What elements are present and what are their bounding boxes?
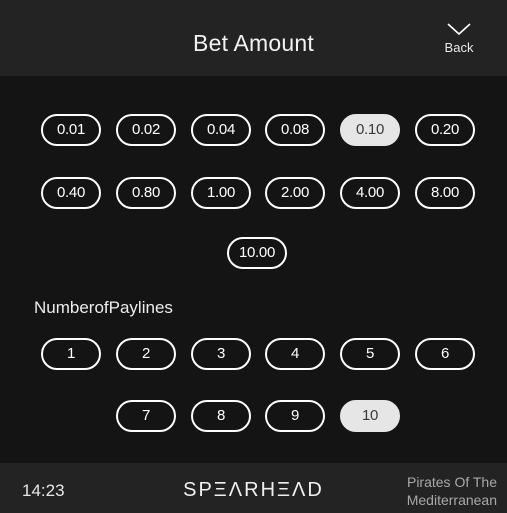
bet-option-0-04[interactable]: 0.04 (191, 114, 251, 146)
chevron-down-icon (447, 23, 471, 36)
payline-option-10[interactable]: 10 (340, 400, 400, 432)
bet-option-8-00[interactable]: 8.00 (415, 177, 475, 209)
game-name: Pirates Of The Mediterranean (406, 474, 497, 508)
header-bar: Bet Amount Back (0, 0, 507, 76)
back-button[interactable]: Back (427, 22, 491, 70)
payline-option-8[interactable]: 8 (191, 400, 251, 432)
payline-option-9[interactable]: 9 (265, 400, 325, 432)
payline-option-6[interactable]: 6 (415, 338, 475, 370)
payline-option-5[interactable]: 5 (340, 338, 400, 370)
bet-option-1-00[interactable]: 1.00 (191, 177, 251, 209)
back-label: Back (444, 40, 474, 55)
payline-option-4[interactable]: 4 (265, 338, 325, 370)
bet-option-0-80[interactable]: 0.80 (116, 177, 176, 209)
bet-option-0-08[interactable]: 0.08 (265, 114, 325, 146)
bet-option-10-00[interactable]: 10.00 (227, 237, 287, 269)
paylines-label: NumberofPaylines (34, 298, 173, 317)
bet-option-0-02[interactable]: 0.02 (116, 114, 176, 146)
bet-option-0-40[interactable]: 0.40 (41, 177, 101, 209)
bet-panel: 0.01 0.02 0.04 0.08 0.10 0.20 0.40 0.80 … (0, 76, 507, 463)
payline-option-3[interactable]: 3 (191, 338, 251, 370)
payline-option-7[interactable]: 7 (116, 400, 176, 432)
footer-bar: 14:23 SPΞΛRHΞΛD Pirates Of The Mediterra… (0, 463, 507, 513)
bet-option-2-00[interactable]: 2.00 (265, 177, 325, 209)
payline-option-1[interactable]: 1 (41, 338, 101, 370)
bet-option-0-20[interactable]: 0.20 (415, 114, 475, 146)
bet-option-0-10[interactable]: 0.10 (340, 114, 400, 146)
payline-option-2[interactable]: 2 (116, 338, 176, 370)
bet-option-0-01[interactable]: 0.01 (41, 114, 101, 146)
bet-option-4-00[interactable]: 4.00 (340, 177, 400, 209)
